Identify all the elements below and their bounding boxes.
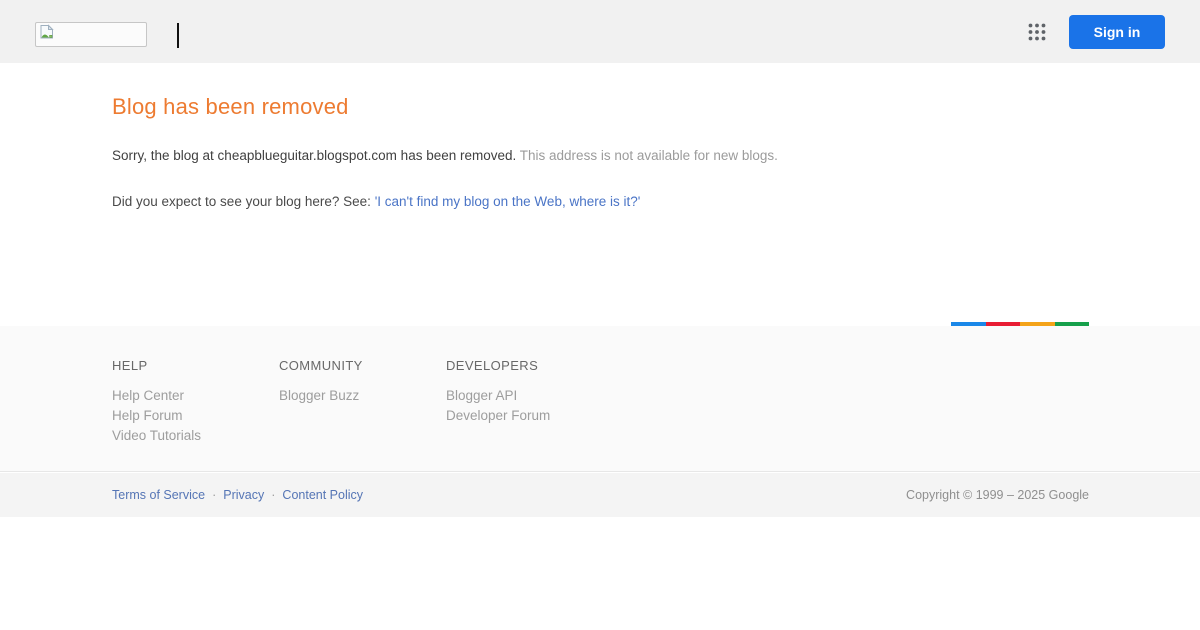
footer-columns: HELP Help Center Help Forum Video Tutori… [0,326,1200,446]
legal-links: Terms of Service · Privacy · Content Pol… [112,488,363,502]
footer-link-video-tutorials[interactable]: Video Tutorials [112,426,279,446]
removal-message-secondary: This address is not available for new bl… [519,148,778,163]
google-apps-icon[interactable] [1017,12,1057,52]
footer-column-title: DEVELOPERS [446,358,539,373]
footer-column-title: COMMUNITY [279,358,363,373]
footer-link-blogger-buzz[interactable]: Blogger Buzz [279,386,446,406]
legal-separator: · [271,488,276,502]
footer: HELP Help Center Help Forum Video Tutori… [0,326,1200,472]
main-content: Blog has been removed Sorry, the blog at… [112,63,1140,211]
footer-column-help: HELP Help Center Help Forum Video Tutori… [112,358,279,446]
header-divider-bar [177,23,179,48]
footer-link-help-forum[interactable]: Help Forum [112,406,279,426]
footer-column-developers: DEVELOPERS Blogger API Developer Forum [446,358,613,446]
footer-link-help-center[interactable]: Help Center [112,386,279,406]
removal-message-primary: Sorry, the blog at cheapblueguitar.blogs… [112,148,517,163]
footer-link-developer-forum[interactable]: Developer Forum [446,406,613,426]
terms-of-service-link[interactable]: Terms of Service [112,488,205,502]
footer-link-blogger-api[interactable]: Blogger API [446,386,613,406]
header-actions: Sign in [1017,0,1200,63]
legal-bar: Terms of Service · Privacy · Content Pol… [0,473,1200,517]
page-title: Blog has been removed [112,94,349,119]
find-my-blog-link[interactable]: 'I can't find my blog on the Web, where … [375,194,641,209]
blogger-logo-placeholder[interactable] [35,22,147,47]
copyright-text: Copyright © 1999 – 2025 Google [906,488,1089,502]
help-prompt-text: Did you expect to see your blog here? Se… [112,194,371,209]
blogger-blog-removed-page: Sign in Blog has been removed Sorry, the… [0,0,1200,630]
header: Sign in [0,0,1200,63]
content-policy-link[interactable]: Content Policy [282,488,363,502]
footer-column-title: HELP [112,358,148,373]
legal-separator: · [212,488,217,502]
footer-column-community: COMMUNITY Blogger Buzz [279,358,446,446]
help-prompt-line: Did you expect to see your blog here? Se… [112,192,1140,211]
removal-message: Sorry, the blog at cheapblueguitar.blogs… [112,146,1140,165]
sign-in-button[interactable]: Sign in [1069,14,1165,49]
broken-image-icon [39,24,55,45]
privacy-link[interactable]: Privacy [223,488,264,502]
